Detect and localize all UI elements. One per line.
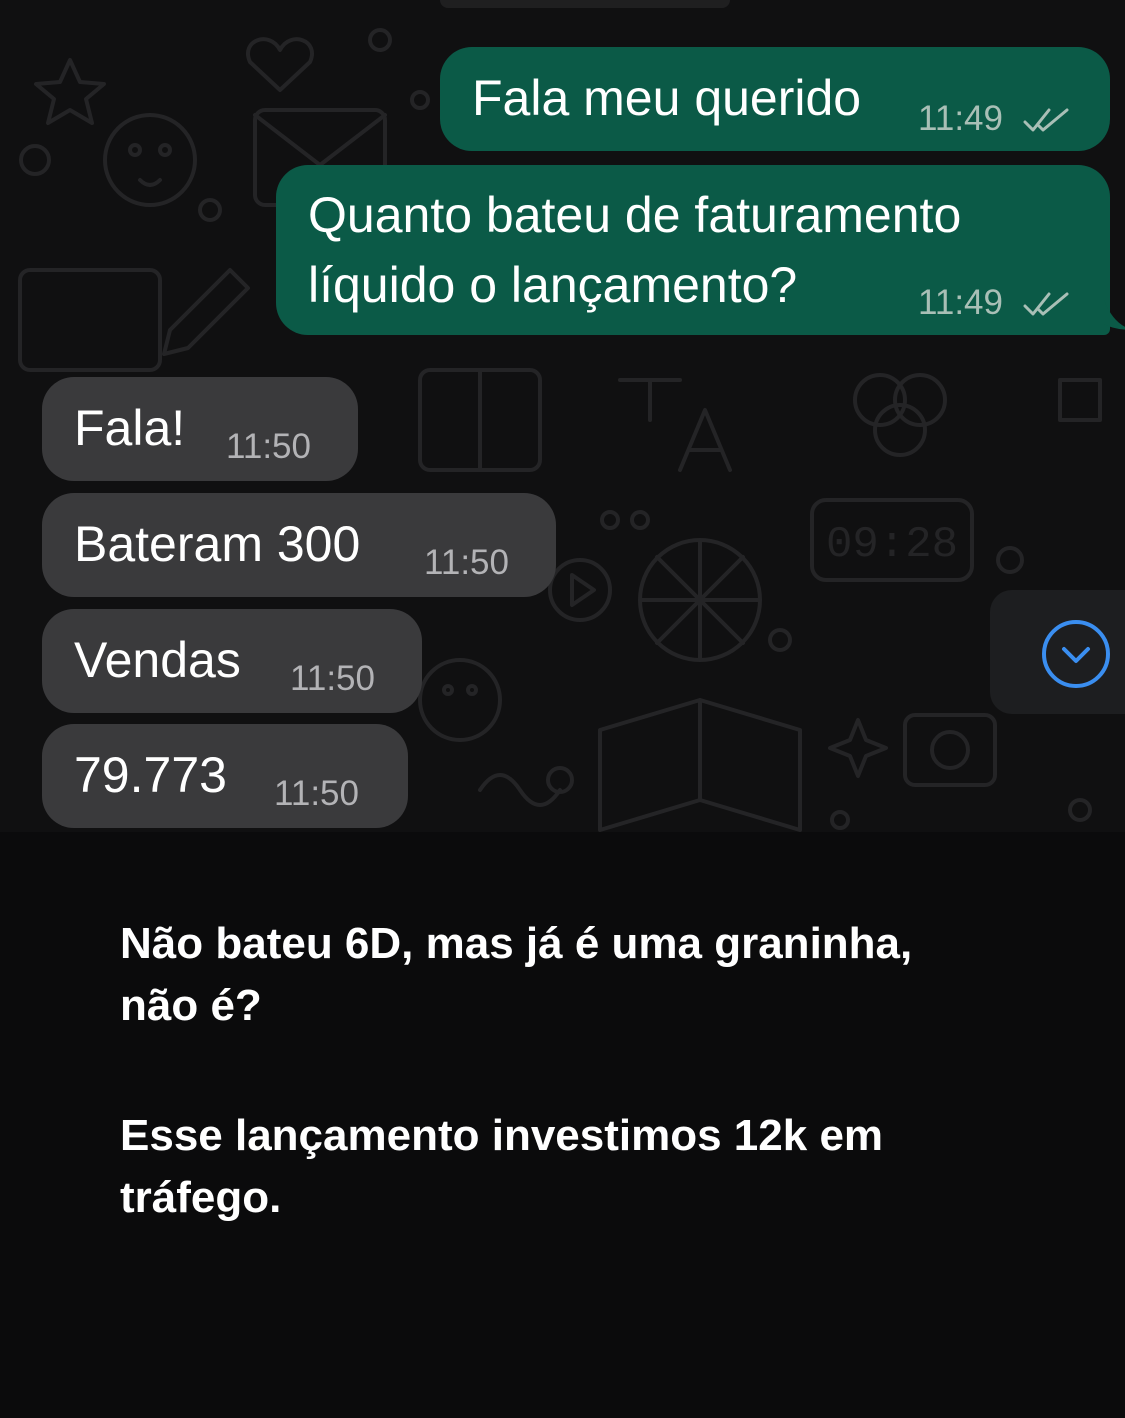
message-time: 11:50 <box>274 774 359 813</box>
message-meta: 11:49 <box>918 99 1069 139</box>
message-bubble-incoming[interactable]: Bateram 300 11:50 <box>42 493 556 597</box>
chevron-down-circle-icon[interactable] <box>1040 618 1112 690</box>
previous-message-edge <box>440 0 730 8</box>
message-bubble-incoming[interactable]: 79.773 11:50 <box>42 724 408 828</box>
message-bubble-outgoing[interactable]: Quanto bateu de faturamento líquido o la… <box>276 165 1110 335</box>
message-text: Vendas <box>74 632 241 688</box>
message-time: 11:50 <box>290 659 375 698</box>
message-time: 11:49 <box>918 283 1003 322</box>
message-bubble-incoming[interactable]: Fala! 11:50 <box>42 377 358 481</box>
message-meta: 11:49 <box>918 283 1069 323</box>
message-time: 11:50 <box>424 543 509 582</box>
message-bubble-incoming[interactable]: Vendas 11:50 <box>42 609 422 713</box>
message-text: 79.773 <box>74 747 227 803</box>
wallpaper-clock-text: 09:28 <box>826 520 958 570</box>
message-text: Fala! <box>74 400 186 456</box>
message-text: Bateram 300 <box>74 516 361 572</box>
message-bubble-outgoing[interactable]: Fala meu querido 11:49 <box>440 47 1110 151</box>
double-check-icon <box>1023 292 1069 316</box>
message-time: 11:49 <box>918 99 1003 138</box>
message-text: Fala meu querido <box>472 70 862 126</box>
chat-area[interactable]: 09:28 Fala meu querido 11:49 Quanto bate… <box>0 0 1125 832</box>
double-check-icon <box>1023 108 1069 132</box>
caption-paragraph-2: Esse lançamento investimos 12k em tráfeg… <box>120 1111 884 1222</box>
message-text: Quanto bateu de faturamento líquido o la… <box>308 187 962 313</box>
bubble-tail <box>1104 300 1125 330</box>
screenshot: 09:28 Fala meu querido 11:49 Quanto bate… <box>0 0 1125 1418</box>
message-time: 11:50 <box>226 427 311 466</box>
caption-paragraph-1: Não bateu 6D, mas já é uma graninha, não… <box>120 919 913 1030</box>
